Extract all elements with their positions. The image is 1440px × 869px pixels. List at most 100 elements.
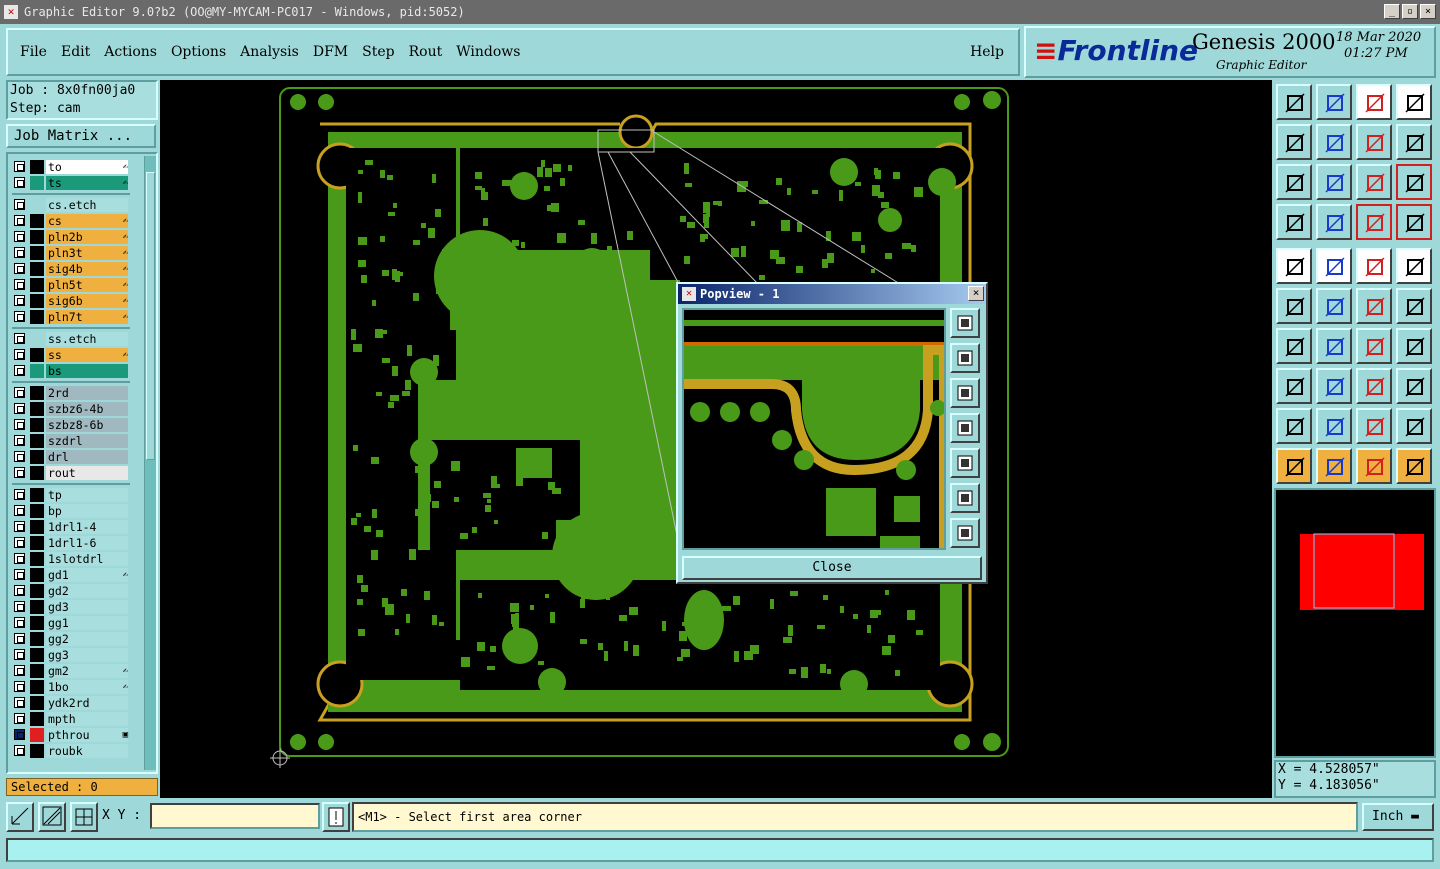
layer-row-cs.etch[interactable]: cs.etch	[12, 198, 130, 212]
layer-row-pthrou[interactable]: pthrou ▣	[12, 728, 130, 742]
group-icon[interactable]	[1396, 368, 1432, 404]
xy-input[interactable]	[150, 803, 320, 829]
units-selector[interactable]: Inch ▬	[1362, 803, 1434, 831]
query-icon[interactable]	[1396, 164, 1432, 200]
layer-name[interactable]: pthrou	[46, 728, 128, 742]
layer-name[interactable]: cs.etch	[46, 198, 128, 212]
layer-color-swatch[interactable]	[30, 246, 44, 260]
layer-color-swatch[interactable]	[30, 402, 44, 416]
layer-row-ss[interactable]: ss ✍	[12, 348, 130, 362]
slot-icon[interactable]	[1396, 328, 1432, 364]
popview-close-button[interactable]: Close	[682, 556, 982, 580]
layer-color-swatch[interactable]	[30, 418, 44, 432]
layer-color-swatch[interactable]	[30, 632, 44, 646]
layer-name[interactable]: gm2	[46, 664, 128, 678]
popview-zoom-icon[interactable]	[950, 308, 980, 338]
minimize-button[interactable]: _	[1384, 4, 1400, 19]
layer-name[interactable]: bs	[46, 364, 128, 378]
layer-checkbox[interactable]	[14, 263, 25, 274]
layer-name[interactable]: gd2	[46, 584, 128, 598]
save-icon[interactable]	[1316, 84, 1352, 120]
layer-row-gm2[interactable]: gm2 ✍	[12, 664, 130, 678]
layer-row-cs[interactable]: cs ✍	[12, 214, 130, 228]
layer-name[interactable]: ss	[46, 348, 128, 362]
layer-name[interactable]: drl	[46, 450, 128, 464]
layer-name[interactable]: ts	[46, 176, 128, 190]
popview-fit-icon[interactable]	[950, 483, 980, 513]
popview-close-icon[interactable]: ×	[968, 286, 984, 301]
layer-name[interactable]: gg3	[46, 648, 128, 662]
layer-color-swatch[interactable]	[30, 348, 44, 362]
layer-row-tp[interactable]: tp	[12, 488, 130, 502]
layer-name[interactable]: sig4b	[46, 262, 128, 276]
layer-row-gg2[interactable]: gg2	[12, 632, 130, 646]
layer-name[interactable]: ydk2rd	[46, 696, 128, 710]
layer-list-scrollbar[interactable]	[144, 156, 156, 770]
scissors-icon[interactable]	[1276, 204, 1312, 240]
layer-row-1slotdrl[interactable]: 1slotdrl	[12, 552, 130, 566]
layer-row-ss.etch[interactable]: ss.etch	[12, 332, 130, 346]
add-pad-icon[interactable]	[1276, 248, 1312, 284]
layer-name[interactable]: gg2	[46, 632, 128, 646]
layer-checkbox[interactable]	[14, 649, 25, 660]
layer-checkbox[interactable]	[14, 231, 25, 242]
layer-color-swatch[interactable]	[30, 696, 44, 710]
scrollbar-thumb[interactable]	[146, 172, 155, 460]
menu-step[interactable]: Step	[362, 44, 394, 60]
layer-row-szdrl[interactable]: szdrl	[12, 434, 130, 448]
grid-icon[interactable]	[70, 802, 98, 832]
node-icon[interactable]	[1276, 288, 1312, 324]
layer-name[interactable]: szbz6-4b	[46, 402, 128, 416]
job-matrix-button[interactable]: Job Matrix ...	[6, 124, 156, 148]
menu-options[interactable]: Options	[171, 44, 226, 60]
layer-name[interactable]: roubk	[46, 744, 128, 758]
tri3-icon[interactable]	[1356, 408, 1392, 444]
layer-checkbox[interactable]	[14, 215, 25, 226]
layer-row-2rd[interactable]: 2rd	[12, 386, 130, 400]
tri4-icon[interactable]	[1396, 408, 1432, 444]
menu-file[interactable]: File	[20, 44, 47, 60]
layer-checkbox[interactable]	[14, 333, 25, 344]
layer-checkbox[interactable]	[14, 161, 25, 172]
layer-checkbox[interactable]	[14, 311, 25, 322]
add-line-icon[interactable]	[1316, 248, 1352, 284]
layer-color-swatch[interactable]	[30, 744, 44, 758]
layer-name[interactable]: rout	[46, 466, 128, 480]
popview-titlebar[interactable]: ✕ Popview - 1	[678, 284, 986, 304]
layer-row-1drl1-4[interactable]: 1drl1-4	[12, 520, 130, 534]
arc-line-icon[interactable]	[1316, 328, 1352, 364]
circle-icon[interactable]	[1396, 248, 1432, 284]
layer-checkbox[interactable]	[14, 553, 25, 564]
layer-name[interactable]: 1drl1-6	[46, 536, 128, 550]
layer-color-swatch[interactable]	[30, 450, 44, 464]
layer-name[interactable]: szdrl	[46, 434, 128, 448]
layer-row-to[interactable]: to ✍	[12, 160, 130, 174]
layer-name[interactable]: mpth	[46, 712, 128, 726]
ruler-icon[interactable]	[1356, 248, 1392, 284]
layer-checkbox[interactable]	[14, 697, 25, 708]
layer-row-szbz6-4b[interactable]: szbz6-4b	[12, 402, 130, 416]
layer-checkbox[interactable]	[14, 745, 25, 756]
layer-row-pln2b[interactable]: pln2b ✍	[12, 230, 130, 244]
menu-actions[interactable]: Actions	[104, 44, 157, 60]
triangle-icon[interactable]	[1276, 408, 1312, 444]
tri2-icon[interactable]	[1316, 408, 1352, 444]
layer-name[interactable]: 1bo	[46, 680, 128, 694]
select-arrow-icon[interactable]	[1276, 448, 1312, 484]
popview-right-icon[interactable]	[950, 448, 980, 478]
layer-name[interactable]: gd1	[46, 568, 128, 582]
layer-checkbox[interactable]	[14, 489, 25, 500]
info-icon[interactable]	[322, 802, 350, 832]
layer-checkbox[interactable]	[14, 729, 25, 740]
overview-map[interactable]	[1274, 488, 1436, 758]
layer-checkbox[interactable]	[14, 569, 25, 580]
popview-canvas[interactable]	[682, 308, 946, 550]
layer-name[interactable]: 2rd	[46, 386, 128, 400]
line-icon[interactable]	[1276, 328, 1312, 364]
layer-checkbox[interactable]	[14, 451, 25, 462]
layer-checkbox[interactable]	[14, 435, 25, 446]
layer-red-icon[interactable]	[1356, 204, 1392, 240]
snap-icon[interactable]	[6, 802, 34, 832]
layer-checkbox[interactable]	[14, 713, 25, 724]
layer-color-swatch[interactable]	[30, 386, 44, 400]
